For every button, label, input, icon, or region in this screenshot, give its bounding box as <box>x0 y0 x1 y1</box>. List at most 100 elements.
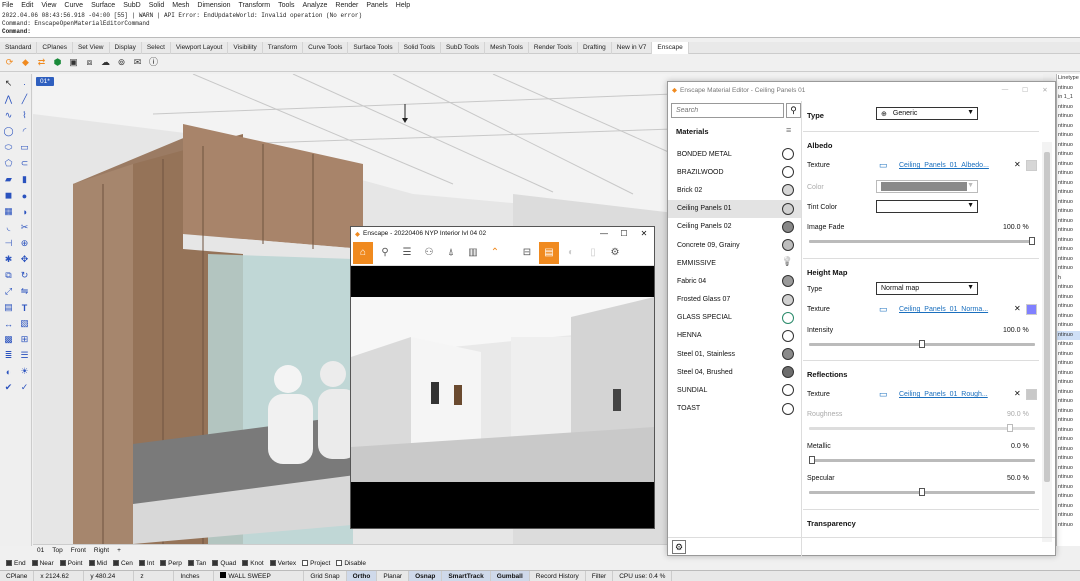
checkbox[interactable] <box>31 560 38 566</box>
osnap-knot[interactable]: Knot <box>242 560 264 567</box>
toolbar-tab-drafting[interactable]: Drafting <box>578 41 612 54</box>
extrude-icon[interactable]: ▮ <box>17 172 32 187</box>
checkbox[interactable] <box>160 560 167 566</box>
layers-panel[interactable]: Linetype ntinuo in 1_1 ntinuo ntinuo ntinuo nt… <box>1056 74 1080 546</box>
toolbar-tab-enscape[interactable]: Enscape <box>652 41 689 54</box>
toolbar-tab-curve-tools[interactable]: Curve Tools <box>303 41 349 54</box>
polyline-icon[interactable]: ⋀ <box>1 92 16 107</box>
slider-knob[interactable] <box>809 456 815 464</box>
light-icon[interactable]: ☀ <box>17 364 32 379</box>
screenshot-icon[interactable]: ▤ <box>539 241 559 264</box>
specular-slider[interactable] <box>809 488 1035 496</box>
status-cplane[interactable]: CPlane <box>0 570 35 581</box>
layer-row[interactable]: ntinuo <box>1057 350 1080 360</box>
menu-item-file[interactable]: File <box>2 2 13 9</box>
copy-icon[interactable]: ⧉ <box>1 268 16 283</box>
layer-row[interactable]: h <box>1057 274 1080 284</box>
view-tab-right[interactable]: Right <box>94 547 109 554</box>
material-list-item[interactable]: GLASS SPECIAL <box>668 309 801 327</box>
albedo-swatch[interactable] <box>1026 160 1037 171</box>
settings-icon[interactable]: ⚙ <box>605 242 625 264</box>
toolbar-tab-mesh-tools[interactable]: Mesh Tools <box>485 41 529 54</box>
osnap-near[interactable]: Near <box>31 560 54 567</box>
views-icon[interactable]: ☰ <box>397 242 417 264</box>
osnap-perp[interactable]: Perp <box>160 560 182 567</box>
layer-row[interactable]: ntinuo <box>1057 112 1080 122</box>
menu-item-transform[interactable]: Transform <box>239 2 271 9</box>
slider-knob[interactable] <box>1029 237 1035 245</box>
search-icon[interactable]: ⚲ <box>786 103 801 118</box>
trim-icon[interactable]: ✂ <box>17 220 32 235</box>
home-icon[interactable]: ⌂ <box>353 241 373 264</box>
layer-row[interactable]: ntinuo <box>1057 397 1080 407</box>
toolbar-tab-subd-tools[interactable]: SubD Tools <box>441 41 486 54</box>
enscape-start-icon[interactable]: ⟳ <box>3 56 16 69</box>
layer-row[interactable]: ntinuo <box>1057 245 1080 255</box>
upload-icon[interactable]: ☁ <box>99 56 112 69</box>
material-editor-window[interactable]: ◆ Enscape Material Editor - Ceiling Pane… <box>667 81 1056 557</box>
toolbar-tab-solid-tools[interactable]: Solid Tools <box>399 41 441 54</box>
view-tab-+[interactable]: + <box>117 547 121 554</box>
minimize-button[interactable]: — <box>995 86 1015 94</box>
status-toggle-planar[interactable]: Planar <box>377 570 410 581</box>
material-list-item[interactable]: Ceiling Panels 02 <box>668 218 801 236</box>
material-search-input[interactable] <box>671 103 784 118</box>
fillet-icon[interactable]: ◟ <box>1 220 16 235</box>
feedback-icon[interactable]: ✉ <box>131 56 144 69</box>
osnap-tan[interactable]: Tan <box>187 560 206 567</box>
building-icon[interactable]: ▥ <box>463 242 483 264</box>
checkbox[interactable] <box>112 560 119 566</box>
layer-row[interactable]: in 1_1 <box>1057 93 1080 103</box>
toolbar-tab-display[interactable]: Display <box>110 41 142 54</box>
layer-row[interactable]: ntinuo <box>1057 169 1080 179</box>
menu-item-curve[interactable]: Curve <box>64 2 83 9</box>
line-icon[interactable]: ╱ <box>17 92 32 107</box>
hatch-icon[interactable]: ▧ <box>17 316 32 331</box>
sync-icon[interactable]: ⇄ <box>35 56 48 69</box>
osnap-cen[interactable]: Cen <box>112 560 133 567</box>
rectangle-icon[interactable]: ▭ <box>17 140 32 155</box>
box-icon[interactable]: ◼ <box>1 188 16 203</box>
gear-icon[interactable]: ⚙ <box>672 540 686 554</box>
command-area[interactable]: 2022.04.06 08:43:56.918 -04:00 [55] | WA… <box>0 11 1080 38</box>
toolbar-tab-cplanes[interactable]: CPlanes <box>37 41 73 54</box>
clear-texture-button[interactable]: ✕ <box>1014 389 1021 398</box>
status-toggle-record-history[interactable]: Record History <box>530 570 586 581</box>
arc-icon[interactable]: ◜ <box>17 124 32 139</box>
layer-icon[interactable]: ≣ <box>1 348 16 363</box>
status-toggle-grid-snap[interactable]: Grid Snap <box>304 570 347 581</box>
batch-render-icon[interactable]: ⧈ <box>83 56 96 69</box>
menu-item-edit[interactable]: Edit <box>21 2 33 9</box>
osnap-project[interactable]: Project <box>302 560 330 567</box>
normal-map-swatch[interactable] <box>1026 304 1037 315</box>
chevron-up-icon[interactable]: ⌃ <box>485 242 505 264</box>
select-arrow-icon[interactable]: ↖ <box>1 76 16 91</box>
menu-item-analyze[interactable]: Analyze <box>302 2 327 9</box>
folder-icon[interactable]: ▭ <box>879 160 888 171</box>
layer-row[interactable]: ntinuo <box>1057 369 1080 379</box>
layer-row[interactable]: ntinuo <box>1057 150 1080 160</box>
split-icon[interactable]: ⊣ <box>1 236 16 251</box>
menu-item-subd[interactable]: SubD <box>123 2 141 9</box>
osnap-vertex[interactable]: Vertex <box>269 560 296 567</box>
offset-icon[interactable]: ⊂ <box>17 156 32 171</box>
material-list-item[interactable]: Brick 02 <box>668 181 801 199</box>
maximize-button[interactable]: ☐ <box>614 229 634 238</box>
albedo-texture-link[interactable]: Ceiling_Panels_01_Albedo... <box>899 162 989 169</box>
toolbar-tab-render-tools[interactable]: Render Tools <box>529 41 579 54</box>
material-list-item[interactable]: Steel 01, Stainless <box>668 345 801 363</box>
menu-item-mesh[interactable]: Mesh <box>172 2 189 9</box>
join-icon[interactable]: ⊕ <box>17 236 32 251</box>
folder-icon[interactable]: ▭ <box>879 304 888 315</box>
color-picker[interactable]: ▼ <box>876 180 978 193</box>
material-list-item[interactable]: Ceiling Panels 01 <box>668 199 801 218</box>
folder-icon[interactable]: ▭ <box>879 389 888 400</box>
render-window-titlebar[interactable]: ◆ Enscape - 20220406 NYP Interior lvl 04… <box>351 227 654 240</box>
point-icon[interactable]: · <box>17 76 32 91</box>
layer-row[interactable]: ntinuo <box>1057 492 1080 502</box>
toolbar-tab-standard[interactable]: Standard <box>0 41 38 54</box>
layer-row[interactable]: ntinuo <box>1057 293 1080 303</box>
slider-knob[interactable] <box>919 340 925 348</box>
status-toggle-smarttrack[interactable]: SmartTrack <box>442 570 491 581</box>
map-icon[interactable]: ⊟ <box>517 242 537 264</box>
